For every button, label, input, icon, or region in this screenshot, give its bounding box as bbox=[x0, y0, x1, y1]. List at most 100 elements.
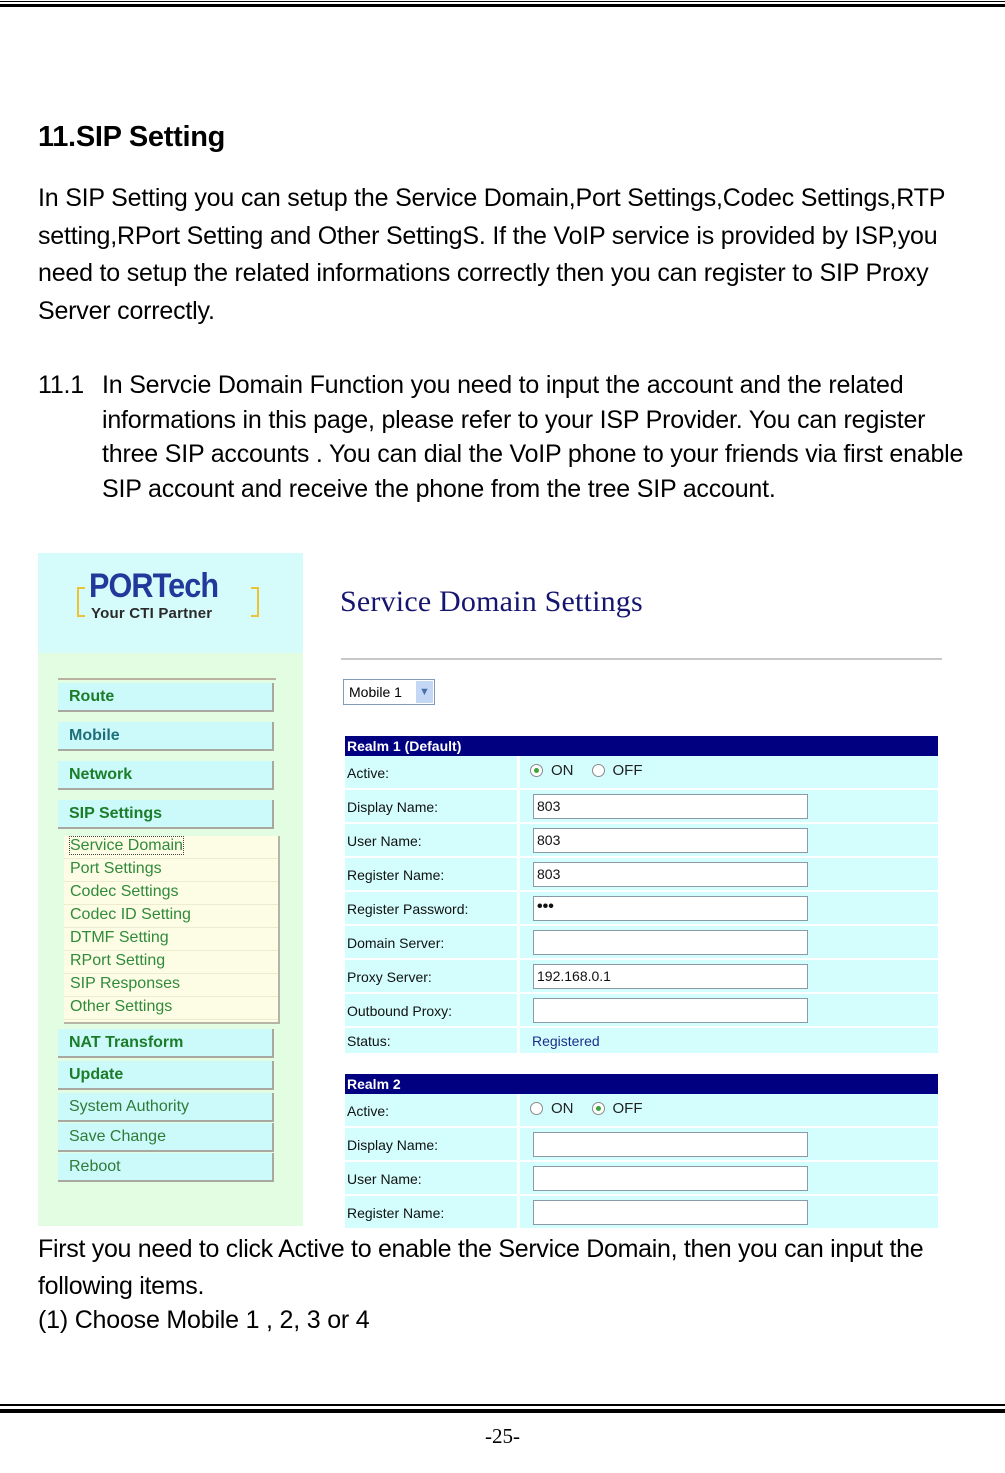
realm-1-outbound-proxy-row: Outbound Proxy: bbox=[345, 994, 938, 1028]
realm-2-active-row: Active: ON OFF bbox=[345, 1094, 938, 1128]
active-off-label: OFF bbox=[612, 1100, 643, 1117]
proxy-server-label: Proxy Server: bbox=[345, 960, 517, 994]
status-cell: Registered bbox=[520, 1028, 938, 1055]
nav-system-authority[interactable]: System Authority bbox=[58, 1093, 274, 1122]
display-name-input[interactable] bbox=[533, 1132, 808, 1157]
realm-1-table: Realm 1 (Default) Active: ON OFF Display… bbox=[345, 736, 938, 1055]
display-name-label: Display Name: bbox=[345, 790, 517, 824]
submenu-port-settings[interactable]: Port Settings bbox=[64, 859, 278, 882]
realm-2-header: Realm 2 bbox=[345, 1074, 938, 1094]
active-on-label: ON bbox=[551, 1100, 574, 1117]
realm-1-active-row: Active: ON OFF bbox=[345, 756, 938, 790]
nav-network[interactable]: Network bbox=[58, 761, 274, 790]
realm-1-register-password-row: Register Password: ••• bbox=[345, 892, 938, 926]
register-password-label: Register Password: bbox=[345, 892, 517, 926]
mobile-select[interactable]: Mobile 1 ▼ bbox=[343, 679, 435, 705]
active-off-label: OFF bbox=[612, 762, 643, 779]
page-number: -25- bbox=[485, 1424, 520, 1448]
status-label: Status: bbox=[345, 1028, 517, 1055]
chevron-down-icon[interactable]: ▼ bbox=[416, 681, 433, 703]
submenu-rport-setting[interactable]: RPort Setting bbox=[64, 951, 278, 974]
nav-route[interactable]: Route bbox=[58, 683, 274, 712]
submenu-other-settings[interactable]: Other Settings bbox=[64, 997, 278, 1020]
active-on-label: ON bbox=[551, 762, 574, 779]
active-label: Active: bbox=[345, 1094, 517, 1128]
nav-mobile[interactable]: Mobile bbox=[58, 722, 274, 751]
nav-divider bbox=[58, 678, 276, 680]
subsection-number: 11.1 bbox=[38, 371, 85, 399]
register-name-label: Register Name: bbox=[345, 858, 517, 892]
display-name-label: Display Name: bbox=[345, 1128, 517, 1162]
portech-logo: PORTech Your CTI Partner bbox=[75, 567, 265, 627]
user-name-cell: 803 bbox=[520, 824, 938, 858]
register-name-cell bbox=[520, 1196, 938, 1230]
realm-1-header: Realm 1 (Default) bbox=[345, 736, 938, 756]
register-name-input[interactable] bbox=[533, 1200, 808, 1225]
display-name-cell: 803 bbox=[520, 790, 938, 824]
realm-2-user-name-row: User Name: bbox=[345, 1162, 938, 1196]
domain-server-input[interactable] bbox=[533, 930, 808, 955]
active-on-radio[interactable] bbox=[530, 764, 543, 777]
logo-area: PORTech Your CTI Partner bbox=[38, 553, 303, 653]
submenu-codec-id-setting[interactable]: Codec ID Setting bbox=[64, 905, 278, 928]
realm-1-register-name-row: Register Name: 803 bbox=[345, 858, 938, 892]
submenu-label: Service Domain bbox=[69, 836, 184, 855]
register-password-input[interactable]: ••• bbox=[533, 896, 808, 921]
active-on-radio[interactable] bbox=[530, 1102, 543, 1115]
logo-bracket-right bbox=[251, 587, 259, 617]
realm-1-status-row: Status: Registered bbox=[345, 1028, 938, 1055]
submenu-dtmf-setting[interactable]: DTMF Setting bbox=[64, 928, 278, 951]
proxy-server-cell: 192.168.0.1 bbox=[520, 960, 938, 994]
active-radio-group: ON OFF bbox=[530, 1100, 661, 1117]
nav-update[interactable]: Update bbox=[58, 1061, 274, 1090]
domain-server-cell bbox=[520, 926, 938, 960]
sidebar: PORTech Your CTI Partner Route Mobile Ne… bbox=[38, 553, 303, 1226]
active-value: ON OFF bbox=[520, 756, 938, 790]
display-name-input[interactable]: 803 bbox=[533, 794, 808, 819]
user-name-input[interactable] bbox=[533, 1166, 808, 1191]
footer-rule-thin bbox=[0, 1404, 1005, 1406]
register-name-input[interactable]: 803 bbox=[533, 862, 808, 887]
outbound-proxy-input[interactable] bbox=[533, 998, 808, 1023]
main-panel: Service Domain Settings Mobile 1 ▼ Realm… bbox=[303, 553, 958, 1230]
submenu-codec-settings[interactable]: Codec Settings bbox=[64, 882, 278, 905]
active-off-radio[interactable] bbox=[591, 1102, 605, 1115]
mobile-select-value: Mobile 1 bbox=[349, 684, 402, 700]
realm-1-domain-server-row: Domain Server: bbox=[345, 926, 938, 960]
caption-paragraph: First you need to click Active to enable… bbox=[38, 1235, 924, 1300]
intro-paragraph: In SIP Setting you can setup the Service… bbox=[38, 184, 945, 325]
proxy-server-input[interactable]: 192.168.0.1 bbox=[533, 964, 808, 989]
register-name-label: Register Name: bbox=[345, 1196, 517, 1230]
nav-sip-settings[interactable]: SIP Settings bbox=[58, 800, 274, 829]
realm-2-register-name-row: Register Name: bbox=[345, 1196, 938, 1230]
active-label: Active: bbox=[345, 756, 517, 790]
register-name-cell: 803 bbox=[520, 858, 938, 892]
realm-2-display-name-row: Display Name: bbox=[345, 1128, 938, 1162]
realm-1-display-name-row: Display Name: 803 bbox=[345, 790, 938, 824]
submenu-sip-responses[interactable]: SIP Responses bbox=[64, 974, 278, 997]
nav-nat-transform[interactable]: NAT Transform bbox=[58, 1029, 274, 1058]
subsection-11-1: 11.1 In Servcie Domain Function you need… bbox=[38, 368, 978, 506]
realm-1-user-name-row: User Name: 803 bbox=[345, 824, 938, 858]
realm-1-proxy-server-row: Proxy Server: 192.168.0.1 bbox=[345, 960, 938, 994]
outbound-proxy-label: Outbound Proxy: bbox=[345, 994, 517, 1028]
submenu-service-domain[interactable]: Service Domain bbox=[64, 836, 278, 859]
header-rule-thin bbox=[0, 1, 1005, 2]
step-1: (1) Choose Mobile 1 , 2, 3 or 4 bbox=[38, 1306, 370, 1334]
user-name-label: User Name: bbox=[345, 1162, 517, 1196]
title-divider bbox=[341, 658, 942, 660]
page-title: Service Domain Settings bbox=[340, 585, 643, 618]
active-off-radio[interactable] bbox=[591, 764, 605, 777]
user-name-cell bbox=[520, 1162, 938, 1196]
register-password-cell: ••• bbox=[520, 892, 938, 926]
user-name-input[interactable]: 803 bbox=[533, 828, 808, 853]
realm-2-table: Realm 2 Active: ON OFF Display Name: Use… bbox=[345, 1074, 938, 1230]
service-domain-screenshot: PORTech Your CTI Partner Route Mobile Ne… bbox=[38, 553, 958, 1230]
outbound-proxy-cell bbox=[520, 994, 938, 1028]
header-rule-thick bbox=[0, 4, 1005, 7]
nav-save-change[interactable]: Save Change bbox=[58, 1123, 274, 1152]
active-radio-group: ON OFF bbox=[530, 762, 661, 779]
sip-submenu: Service Domain Port Settings Codec Setti… bbox=[64, 836, 280, 1024]
logo-bracket-left bbox=[77, 587, 85, 617]
nav-reboot[interactable]: Reboot bbox=[58, 1153, 274, 1182]
